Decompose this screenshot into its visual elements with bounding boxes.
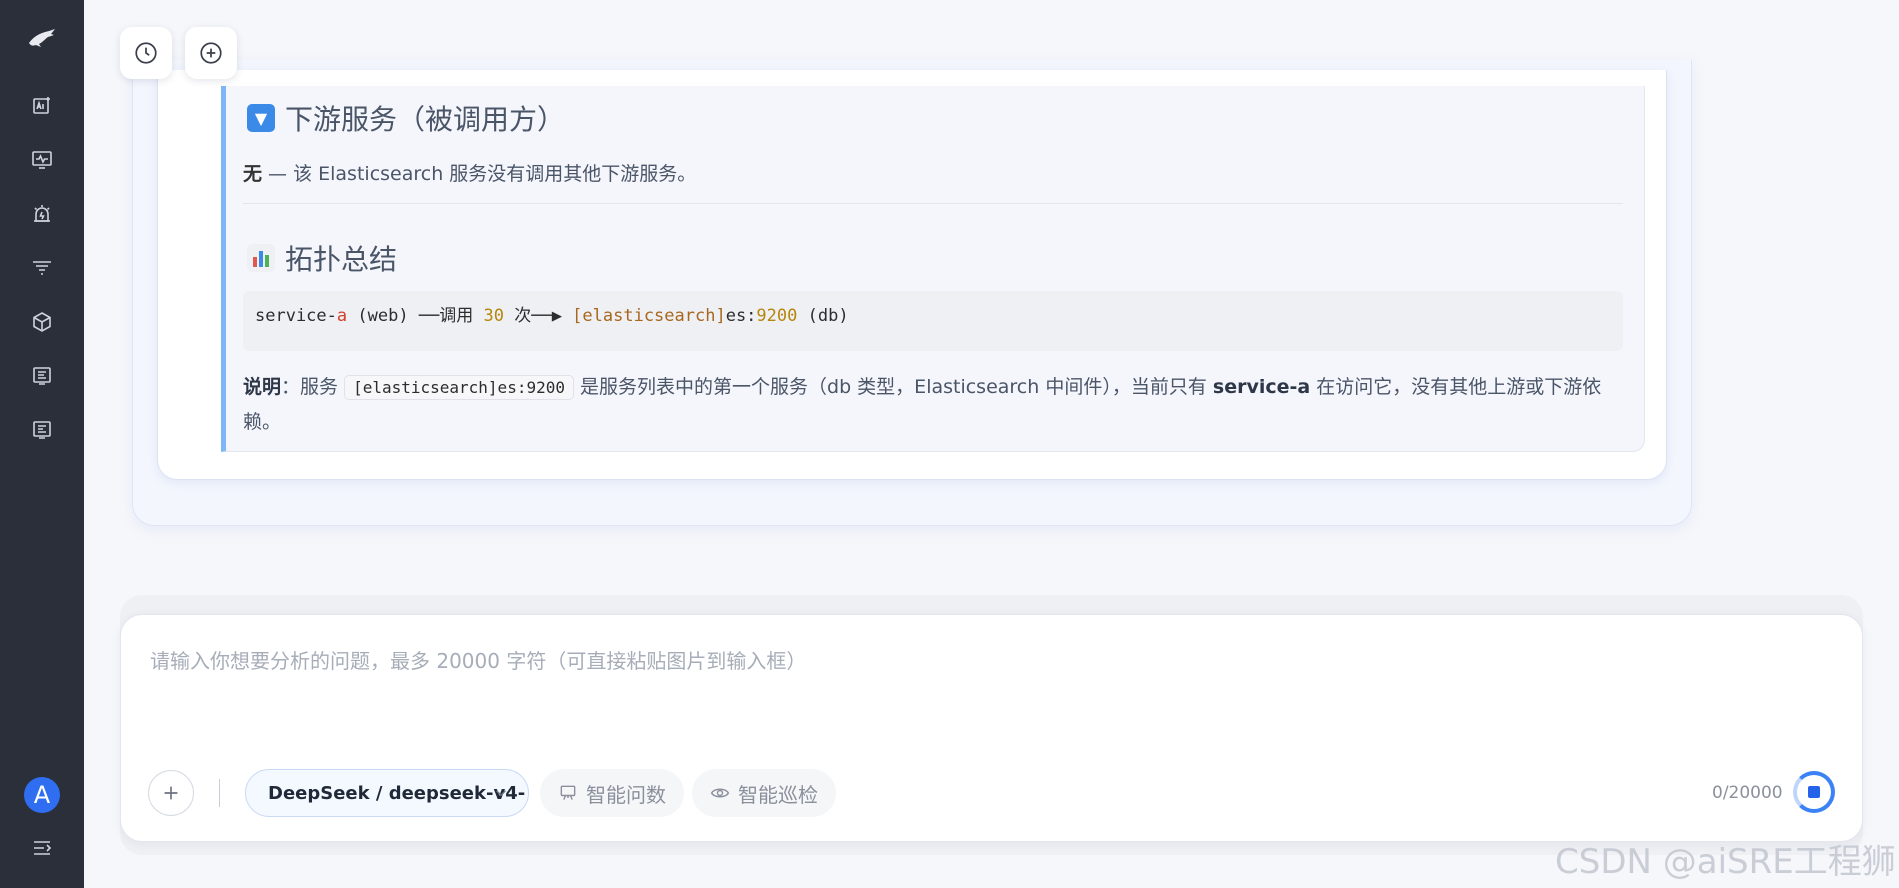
cube-icon[interactable] bbox=[27, 307, 57, 337]
filter-icon[interactable] bbox=[27, 253, 57, 283]
model-select[interactable]: DeepSeek / deepseek-v4- bbox=[245, 769, 529, 817]
char-counter: 0/20000 bbox=[1712, 783, 1783, 803]
topology-heading: 拓扑总结 bbox=[247, 238, 397, 278]
stop-icon bbox=[1808, 786, 1820, 798]
code-token: (web) ──调用 bbox=[347, 306, 484, 326]
bar-chart-icon bbox=[247, 244, 275, 272]
downstream-heading-text: 下游服务（被调用方） bbox=[285, 103, 566, 136]
code-token: 次──▶ bbox=[503, 306, 573, 326]
logo-icon[interactable] bbox=[27, 24, 57, 54]
attach-button[interactable] bbox=[148, 770, 194, 816]
smart-inspect-button[interactable]: 智能巡检 bbox=[692, 769, 836, 817]
smart-inspect-label: 智能巡检 bbox=[738, 782, 818, 807]
topology-heading-text: 拓扑总结 bbox=[285, 243, 398, 276]
clock-icon bbox=[135, 42, 157, 64]
list-alt-icon[interactable] bbox=[27, 415, 57, 445]
topology-code-block: service-a (web) ──调用 30 次──▶ [elasticsea… bbox=[243, 291, 1623, 351]
inline-code-service: [elasticsearch]es:9200 bbox=[344, 375, 574, 400]
history-button[interactable] bbox=[120, 27, 172, 79]
collapse-menu-icon[interactable] bbox=[27, 833, 57, 863]
ai-chart-icon[interactable] bbox=[27, 91, 57, 121]
code-token: 9200 bbox=[756, 306, 798, 326]
avatar[interactable]: A bbox=[24, 777, 60, 813]
explanation-note: 说明：服务 [elasticsearch]es:9200 是服务列表中的第一个服… bbox=[243, 370, 1628, 439]
code-token: 30 bbox=[483, 306, 504, 326]
code-token: [elasticsearch] bbox=[572, 306, 726, 326]
list-icon[interactable] bbox=[27, 361, 57, 391]
separator bbox=[219, 779, 220, 807]
downstream-none: 无 bbox=[243, 163, 263, 185]
downstream-text: 无 — 该 Elasticsearch 服务没有调用其他下游服务。 bbox=[243, 159, 696, 186]
plus-circle-icon bbox=[200, 42, 222, 64]
code-token: (db) bbox=[797, 306, 849, 326]
sidebar: A bbox=[0, 0, 84, 888]
divider bbox=[243, 203, 1623, 204]
new-chat-button[interactable] bbox=[185, 27, 237, 79]
note-text: ：服务 bbox=[281, 376, 345, 398]
code-token: es: bbox=[725, 306, 757, 326]
downstream-desc: — 该 Elasticsearch 服务没有调用其他下游服务。 bbox=[262, 163, 697, 185]
note-text: 是服务列表中的第一个服务（db 类型，Elasticsearch 中间件），当前… bbox=[573, 376, 1213, 398]
note-service-bold: service-a bbox=[1212, 376, 1311, 398]
plus-icon bbox=[164, 786, 178, 800]
presentation-icon bbox=[560, 785, 576, 800]
downstream-heading: ▼ 下游服务（被调用方） bbox=[247, 98, 565, 138]
smart-query-button[interactable]: 智能问数 bbox=[540, 769, 684, 817]
smart-query-label: 智能问数 bbox=[586, 782, 666, 807]
model-name: DeepSeek / deepseek-v4- bbox=[268, 782, 526, 804]
eye-icon bbox=[710, 788, 730, 798]
code-token: service- bbox=[255, 306, 337, 326]
down-arrow-icon: ▼ bbox=[247, 104, 275, 132]
alarm-icon[interactable] bbox=[27, 199, 57, 229]
question-input[interactable] bbox=[150, 645, 1800, 715]
chevron-down-icon bbox=[492, 784, 510, 807]
code-token: a bbox=[336, 306, 348, 326]
note-label: 说明 bbox=[243, 376, 282, 398]
monitor-icon[interactable] bbox=[27, 145, 57, 175]
watermark: CSDN @aiSRE工程狮 bbox=[1555, 842, 1896, 882]
stop-button[interactable] bbox=[1793, 771, 1835, 813]
